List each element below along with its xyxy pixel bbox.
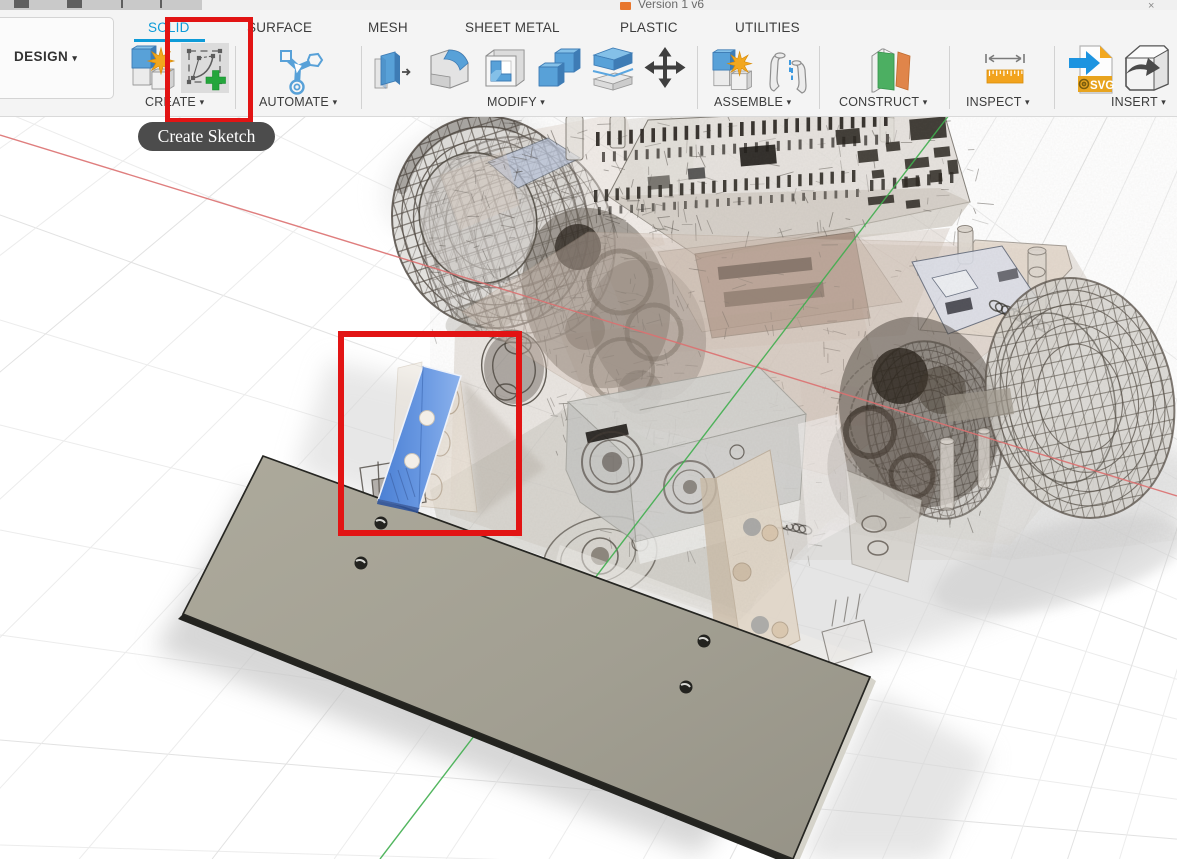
svg-text:SVG: SVG [1090, 80, 1114, 92]
